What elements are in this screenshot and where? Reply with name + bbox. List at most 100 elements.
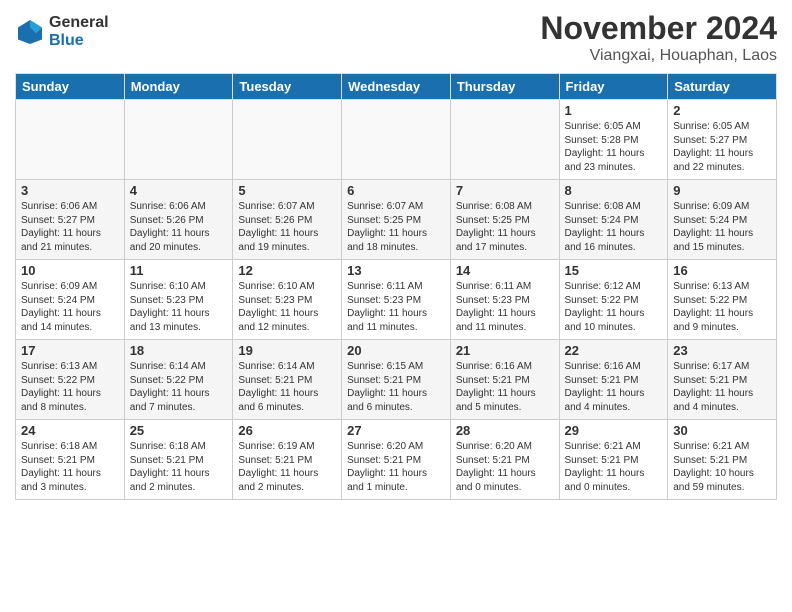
day-number: 13 [347,263,445,278]
day-cell: 1Sunrise: 6:05 AM Sunset: 5:28 PM Daylig… [559,100,668,180]
day-info: Sunrise: 6:06 AM Sunset: 5:26 PM Dayligh… [130,200,228,254]
day-number: 23 [673,343,771,358]
day-number: 19 [238,343,336,358]
day-info: Sunrise: 6:07 AM Sunset: 5:25 PM Dayligh… [347,200,445,254]
day-number: 16 [673,263,771,278]
day-cell [342,100,451,180]
day-cell: 25 Sunrise: 6:18 AM Sunset: 5:21 PM Dayli… [124,420,233,500]
day-number: 5 [238,183,336,198]
day-number: 11 [130,263,228,278]
day-cell: 9Sunrise: 6:09 AM Sunset: 5:24 PM Daylig… [668,180,777,260]
month-title: November 2024 [540,10,777,47]
day-info: Sunrise: 6:10 AM Sunset: 5:23 PM Dayligh… [130,280,228,334]
day-number: 8 [565,183,663,198]
week-row-4: 17Sunrise: 6:13 AM Sunset: 5:22 PM Dayli… [16,340,777,420]
day-number: 30 [673,423,771,438]
day-number: 25 [130,423,228,438]
day-info: Sunrise: 6:21 AM Sunset: 5:21 PM Dayligh… [673,440,771,494]
day-cell: 12 Sunrise: 6:10 AM Sunset: 5:23 PM Dayli… [233,260,342,340]
day-cell: 30 Sunrise: 6:21 AM Sunset: 5:21 PM Dayli… [668,420,777,500]
day-info: Sunrise: 6:09 AM Sunset: 5:24 PM Dayligh… [21,280,119,334]
day-number: 3 [21,183,119,198]
day-info: Sunrise: 6:20 AM Sunset: 5:21 PM Dayligh… [456,440,554,494]
day-info: Sunrise: 6:08 AM Sunset: 5:24 PM Dayligh… [565,200,663,254]
day-info: Sunrise: 6:18 AM Sunset: 5:21 PM Dayligh… [130,440,228,494]
week-row-2: 3 Sunrise: 6:06 AM Sunset: 5:27 PM Daylig… [16,180,777,260]
day-number: 12 [238,263,336,278]
logo: General Blue [15,14,109,49]
day-number: 7 [456,183,554,198]
day-info: Sunrise: 6:13 AM Sunset: 5:22 PM Dayligh… [673,280,771,334]
day-cell: 7 Sunrise: 6:08 AM Sunset: 5:25 PM Daylig… [450,180,559,260]
day-number: 14 [456,263,554,278]
day-number: 27 [347,423,445,438]
day-number: 29 [565,423,663,438]
logo-icon [15,17,45,47]
day-cell [124,100,233,180]
day-info: Sunrise: 6:06 AM Sunset: 5:27 PM Dayligh… [21,200,119,254]
day-number: 20 [347,343,445,358]
day-info: Sunrise: 6:10 AM Sunset: 5:23 PM Dayligh… [238,280,336,334]
day-number: 1 [565,103,663,118]
location: Viangxai, Houaphan, Laos [540,47,777,65]
day-number: 18 [130,343,228,358]
logo-text: General Blue [49,14,109,49]
day-info: Sunrise: 6:09 AM Sunset: 5:24 PM Dayligh… [673,200,771,254]
day-info: Sunrise: 6:11 AM Sunset: 5:23 PM Dayligh… [456,280,554,334]
col-monday: Monday [124,74,233,100]
day-info: Sunrise: 6:17 AM Sunset: 5:21 PM Dayligh… [673,360,771,414]
day-cell: 14 Sunrise: 6:11 AM Sunset: 5:23 PM Dayli… [450,260,559,340]
day-cell: 3 Sunrise: 6:06 AM Sunset: 5:27 PM Daylig… [16,180,125,260]
day-number: 22 [565,343,663,358]
day-cell: 17Sunrise: 6:13 AM Sunset: 5:22 PM Dayli… [16,340,125,420]
day-number: 2 [673,103,771,118]
day-cell: 28 Sunrise: 6:20 AM Sunset: 5:21 PM Dayli… [450,420,559,500]
title-area: November 2024 Viangxai, Houaphan, Laos [540,10,777,65]
day-cell [16,100,125,180]
day-info: Sunrise: 6:14 AM Sunset: 5:22 PM Dayligh… [130,360,228,414]
week-row-1: 1Sunrise: 6:05 AM Sunset: 5:28 PM Daylig… [16,100,777,180]
page: General Blue November 2024 Viangxai, Hou… [0,0,792,612]
col-sunday: Sunday [16,74,125,100]
day-info: Sunrise: 6:05 AM Sunset: 5:27 PM Dayligh… [673,120,771,174]
day-cell [233,100,342,180]
day-number: 15 [565,263,663,278]
day-number: 24 [21,423,119,438]
logo-blue: Blue [49,32,109,50]
day-info: Sunrise: 6:21 AM Sunset: 5:21 PM Dayligh… [565,440,663,494]
day-info: Sunrise: 6:16 AM Sunset: 5:21 PM Dayligh… [456,360,554,414]
day-cell: 5Sunrise: 6:07 AM Sunset: 5:26 PM Daylig… [233,180,342,260]
day-info: Sunrise: 6:13 AM Sunset: 5:22 PM Dayligh… [21,360,119,414]
col-friday: Friday [559,74,668,100]
header: General Blue November 2024 Viangxai, Hou… [15,10,777,65]
day-cell: 18 Sunrise: 6:14 AM Sunset: 5:22 PM Dayli… [124,340,233,420]
day-cell: 2 Sunrise: 6:05 AM Sunset: 5:27 PM Daylig… [668,100,777,180]
calendar-header: Sunday Monday Tuesday Wednesday Thursday… [16,74,777,100]
day-cell: 24 Sunrise: 6:18 AM Sunset: 5:21 PM Dayli… [16,420,125,500]
day-cell: 26Sunrise: 6:19 AM Sunset: 5:21 PM Dayli… [233,420,342,500]
day-number: 6 [347,183,445,198]
day-info: Sunrise: 6:14 AM Sunset: 5:21 PM Dayligh… [238,360,336,414]
day-info: Sunrise: 6:20 AM Sunset: 5:21 PM Dayligh… [347,440,445,494]
day-cell: 15Sunrise: 6:12 AM Sunset: 5:22 PM Dayli… [559,260,668,340]
logo-general: General [49,14,109,32]
day-number: 21 [456,343,554,358]
day-cell: 8 Sunrise: 6:08 AM Sunset: 5:24 PM Daylig… [559,180,668,260]
day-info: Sunrise: 6:11 AM Sunset: 5:23 PM Dayligh… [347,280,445,334]
day-number: 26 [238,423,336,438]
header-row: Sunday Monday Tuesday Wednesday Thursday… [16,74,777,100]
day-number: 4 [130,183,228,198]
day-cell: 11 Sunrise: 6:10 AM Sunset: 5:23 PM Dayli… [124,260,233,340]
day-cell: 27 Sunrise: 6:20 AM Sunset: 5:21 PM Dayli… [342,420,451,500]
day-number: 28 [456,423,554,438]
day-info: Sunrise: 6:18 AM Sunset: 5:21 PM Dayligh… [21,440,119,494]
calendar: Sunday Monday Tuesday Wednesday Thursday… [15,73,777,500]
day-info: Sunrise: 6:16 AM Sunset: 5:21 PM Dayligh… [565,360,663,414]
day-cell: 10 Sunrise: 6:09 AM Sunset: 5:24 PM Dayli… [16,260,125,340]
day-info: Sunrise: 6:08 AM Sunset: 5:25 PM Dayligh… [456,200,554,254]
day-cell: 23 Sunrise: 6:17 AM Sunset: 5:21 PM Dayli… [668,340,777,420]
day-cell: 4 Sunrise: 6:06 AM Sunset: 5:26 PM Daylig… [124,180,233,260]
day-info: Sunrise: 6:15 AM Sunset: 5:21 PM Dayligh… [347,360,445,414]
day-number: 10 [21,263,119,278]
day-cell: 22 Sunrise: 6:16 AM Sunset: 5:21 PM Dayli… [559,340,668,420]
